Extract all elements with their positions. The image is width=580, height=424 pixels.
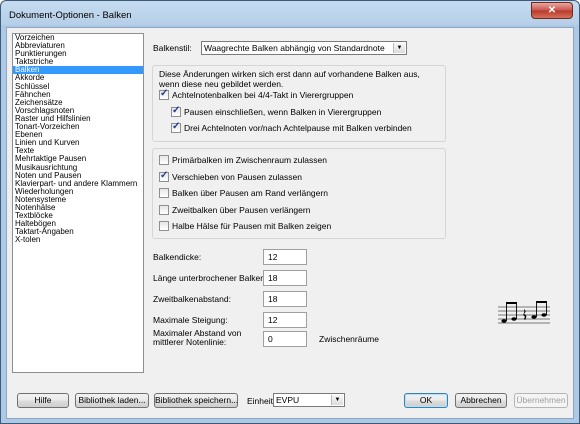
category-item[interactable]: Musikausrichtung (13, 164, 143, 172)
max-distance-label: Maximaler Abstand von mittlerer Notenlin… (153, 329, 241, 347)
category-item[interactable]: Schlüssel (13, 83, 143, 91)
category-item[interactable]: Punktierungen (13, 50, 143, 58)
category-item[interactable]: Vorzeichen (13, 34, 143, 42)
category-item[interactable]: Akkorde (13, 74, 143, 82)
category-item[interactable]: Linien und Kurven (13, 139, 143, 147)
unit-dropdown[interactable]: EVPU ▼ (273, 393, 345, 407)
checkbox-row[interactable]: Achtelnotenbalken bei 4/4-Takt in Vierer… (159, 88, 354, 100)
window-title: Dokument-Optionen - Balken (9, 10, 132, 21)
cancel-button[interactable]: Abbrechen (455, 393, 507, 408)
chevron-down-icon: ▼ (331, 395, 343, 405)
unit-value: EVPU (276, 395, 300, 405)
beam-preview-music-icon (498, 301, 550, 324)
category-item[interactable]: Balken (13, 66, 143, 75)
numeric-input[interactable]: 18 (263, 291, 307, 307)
max-distance-input[interactable]: 0 (263, 331, 307, 347)
numeric-input[interactable]: 18 (263, 270, 307, 286)
category-item[interactable]: Taktstriche (13, 58, 143, 66)
beam-grouping-group: Diese Änderungen wirken sich erst dann a… (152, 65, 446, 142)
title-bar: Dokument-Optionen - Balken ✕ (1, 1, 579, 27)
checkbox-row[interactable]: Drei Achtelnoten vor/nach Achtelpause mi… (171, 121, 412, 133)
balkenstil-dropdown[interactable]: Waagrechte Balken abhängig von Standardn… (201, 41, 407, 55)
field-label: Länge unterbrochener Balken: (153, 273, 268, 283)
rest-options-group: Primärbalken im Zwischenraum zulassen Ver… (152, 148, 550, 324)
checkbox-row[interactable]: Halbe Hälse für Pausen mit Balken zeigen (159, 221, 331, 231)
category-item[interactable]: Notenhälse (13, 204, 143, 212)
help-button[interactable]: Hilfe (17, 393, 69, 408)
category-item[interactable]: Textblöcke (13, 212, 143, 220)
checkbox[interactable] (171, 121, 181, 133)
category-item[interactable]: Vorschlagsnoten (13, 107, 143, 115)
checkbox-row[interactable]: Primärbalken im Zwischenraum zulassen (159, 155, 327, 165)
category-item[interactable]: Haltebögen (13, 220, 143, 228)
category-item[interactable]: Taktart-Angaben (13, 228, 143, 236)
close-button[interactable]: ✕ (531, 2, 573, 19)
balkenstil-label: Balkenstil: (153, 43, 192, 53)
category-item[interactable]: Noten und Pausen (13, 172, 143, 180)
category-item[interactable]: Ebenen (13, 131, 143, 139)
save-library-button[interactable]: Bibliothek speichern... (154, 393, 238, 408)
chevron-down-icon: ▼ (393, 43, 405, 53)
category-item[interactable]: Tonart-Vorzeichen (13, 123, 143, 131)
checkbox-label: Halbe Hälse für Pausen mit Balken zeigen (172, 221, 332, 231)
checkbox-row[interactable]: Verschieben von Pausen zulassen (159, 170, 302, 182)
category-item[interactable]: Abbreviaturen (13, 42, 143, 50)
info-text: Diese Änderungen wirken sich erst dann a… (159, 69, 420, 89)
checkbox-label: Drei Achtelnoten vor/nach Achtelpause mi… (184, 123, 412, 133)
dialog-window: Dokument-Optionen - Balken ✕ Vorzeichen A… (0, 0, 580, 424)
checkbox[interactable] (159, 170, 169, 182)
balkenstil-value: Waagrechte Balken abhängig von Standardn… (204, 43, 385, 53)
checkbox-label: Primärbalken im Zwischenraum zulassen (172, 155, 327, 165)
checkbox-row[interactable]: Balken über Pausen am Rand verlängern (159, 188, 328, 198)
checkbox[interactable] (159, 221, 169, 231)
category-item[interactable]: Mehrtaktige Pausen (13, 155, 143, 163)
checkbox-label: Balken über Pausen am Rand verlängern (172, 188, 328, 198)
checkbox-label: Zweitbalken über Pausen verlängern (172, 204, 311, 215)
checkbox-label: Pausen einschließen, wenn Balken in Vier… (184, 107, 382, 117)
checkbox-row[interactable]: Pausen einschließen, wenn Balken in Vier… (171, 105, 382, 117)
dialog-client-area: Vorzeichen Abbreviaturen Punktierungen Takt… (6, 27, 574, 419)
checkbox[interactable] (159, 188, 169, 198)
ok-button[interactable]: OK (404, 393, 448, 408)
category-list[interactable]: Vorzeichen Abbreviaturen Punktierungen Takt… (12, 33, 144, 373)
field-label: Zweitbalkenabstand: (153, 294, 231, 304)
checkbox-row[interactable]: Zweitbalken über Pausen verlängern (159, 204, 311, 215)
numeric-input[interactable]: 12 (263, 249, 307, 265)
field-label: Balkendicke: (153, 252, 202, 262)
load-library-button[interactable]: Bibliothek laden... (75, 393, 149, 408)
checkbox-label: Verschieben von Pausen zulassen (172, 171, 302, 182)
field-label: Maximale Steigung: (153, 315, 228, 325)
category-item[interactable]: Raster und Hilfslinien (13, 115, 143, 123)
apply-button[interactable]: Übernehmen (514, 393, 568, 408)
category-item[interactable]: Klavierpart- und andere Klammern (13, 180, 143, 188)
max-distance-label-line2: mittlerer Notenlinie: (153, 337, 227, 347)
numeric-input[interactable]: 12 (263, 312, 307, 328)
checkbox[interactable] (159, 155, 169, 165)
checkbox[interactable] (159, 204, 169, 215)
unit-label: Einheit: (247, 396, 276, 406)
category-item[interactable]: Zeichensätze (13, 99, 143, 107)
category-item[interactable]: Wiederholungen (13, 188, 143, 196)
category-item[interactable]: Fähnchen (13, 91, 143, 99)
category-item[interactable]: Texte (13, 147, 143, 155)
max-distance-unit: Zwischenräume (319, 334, 379, 344)
checkbox-label: Achtelnotenbalken bei 4/4-Takt in Vierer… (172, 90, 354, 100)
checkbox[interactable] (171, 105, 181, 117)
category-item[interactable]: X-tolen (13, 236, 143, 244)
category-item[interactable]: Notensysteme (13, 196, 143, 204)
checkbox[interactable] (159, 88, 169, 100)
